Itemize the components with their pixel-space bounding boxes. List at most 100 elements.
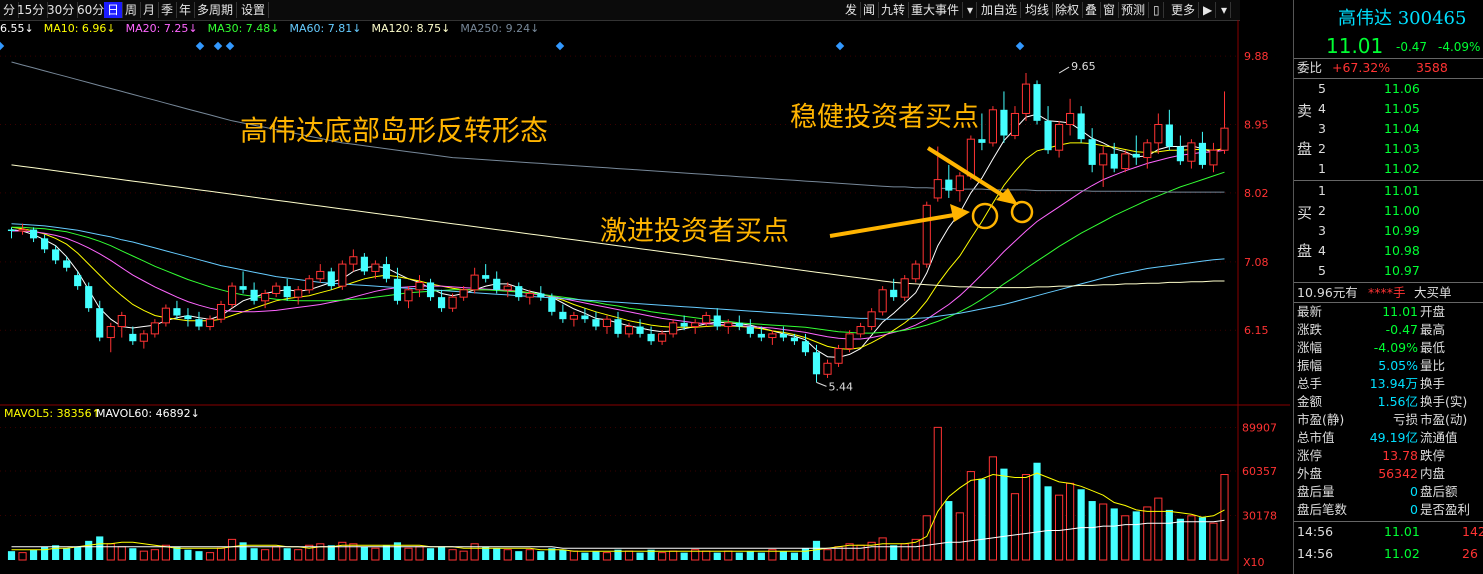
candle-body [117, 315, 126, 328]
volume-bar [150, 549, 159, 561]
weibi-row: 委比 +67.32% 3588 [1297, 60, 1448, 75]
price-tick-label: 8.02 [1244, 187, 1269, 200]
sell-level-row: 3 11.04 [1318, 121, 1420, 136]
event-marker-icon [1015, 41, 1025, 51]
sell-side-label: 卖 [1297, 102, 1313, 120]
big-order-row: 10.96元有 ****手 大买单 [1297, 285, 1452, 300]
candle-body [305, 278, 314, 291]
aggressive-arrow-head [950, 204, 970, 222]
volume-bar [205, 552, 215, 561]
stat-row: 外盘 56342 内盘 [1297, 466, 1446, 481]
candle-body [437, 297, 446, 309]
volume-bar [658, 552, 667, 561]
volume-bar [493, 548, 501, 560]
volume-bar [878, 537, 887, 561]
candle-body [448, 296, 457, 309]
annotation-title: 高伟达底部岛形反转形态 [240, 114, 548, 147]
vol-legend-item: MAVOL5: 38356↑ [4, 407, 101, 420]
volume-bar [1010, 493, 1020, 561]
candle-body [503, 285, 512, 291]
stat-row: 总市值 49.19亿 流通值 [1297, 430, 1458, 445]
volume-bar [52, 545, 60, 560]
volume-bar [945, 501, 953, 560]
candle-body [779, 333, 787, 338]
candle-body [581, 315, 589, 320]
candle-body [316, 270, 325, 280]
volume-bar [1000, 468, 1008, 560]
volume-bar [569, 550, 578, 561]
candle-body [1000, 109, 1008, 136]
candle-body [1099, 153, 1108, 166]
candle-body [371, 263, 380, 272]
event-marker-icon [0, 41, 5, 51]
volume-bar [537, 551, 545, 560]
candle-body [216, 303, 226, 320]
candle-body [1044, 120, 1052, 151]
volume-bar [18, 552, 27, 561]
price-change-pct: -4.09% [1438, 40, 1481, 54]
sell-level-row: 2 11.03 [1318, 141, 1420, 156]
stat-row: 最新 11.01 开盘 [1297, 304, 1446, 319]
candle-body [96, 308, 104, 338]
candle-body [470, 274, 479, 291]
price-change: -0.47 [1396, 40, 1428, 54]
candle-body [834, 348, 843, 364]
candle-body [702, 315, 711, 324]
candle-body [227, 285, 237, 305]
stat-row: 总手 13.94万 换手 [1297, 376, 1446, 391]
candle-body [18, 229, 27, 232]
candle-body [525, 292, 534, 298]
volume-bar [933, 426, 942, 561]
ma-line-ma250 [11, 61, 1225, 193]
buy-level-row: 2 11.00 [1318, 203, 1420, 218]
event-marker-icon [213, 41, 223, 51]
candle-body [636, 326, 644, 334]
volume-bar [890, 545, 898, 560]
buy-level-row: 5 10.97 [1318, 263, 1420, 278]
volume-bar [1077, 489, 1085, 560]
volume-bar [1033, 462, 1041, 560]
sell-level-row: 4 11.05 [1318, 101, 1420, 116]
sell-level-row: 1 11.02 [1318, 161, 1420, 176]
candle-body [602, 318, 612, 328]
volume-bar [801, 548, 810, 560]
candle-body [1209, 149, 1218, 166]
candle-body [1010, 112, 1020, 137]
stock-title: 高伟达 300465 [1338, 8, 1467, 29]
stat-row: 市盈(静) 亏损 市盈(动) [1297, 412, 1468, 427]
stat-row: 盘后量 0 盘后额 [1297, 484, 1458, 499]
candle-body [74, 275, 82, 287]
volume-bar [559, 549, 567, 560]
volume-bar [834, 546, 843, 561]
candle-body [768, 333, 777, 339]
volume-bar [283, 548, 291, 560]
event-marker-icon [195, 41, 205, 51]
volume-tick-label: 60357 [1242, 465, 1277, 478]
volume-bar [636, 552, 644, 560]
volume-bar [74, 546, 82, 560]
candle-body [1165, 124, 1173, 147]
volume-bar [757, 552, 765, 560]
volume-bar [1044, 486, 1052, 560]
candle-body [1066, 112, 1075, 125]
annotation-steady-buy: 稳健投资者买点 [790, 102, 979, 133]
candle-body [139, 333, 148, 342]
candle-body [184, 315, 192, 320]
last-price: 11.01 [1326, 34, 1384, 58]
candle-body [515, 286, 523, 298]
candle-body [911, 263, 920, 280]
candle-body [658, 333, 667, 342]
volume-bar [1054, 494, 1064, 561]
volume-bar [602, 552, 612, 561]
volume-bar [702, 550, 711, 561]
volume-bar [139, 550, 148, 561]
candle-body [173, 308, 181, 316]
candle-body [867, 311, 876, 328]
volume-bar [988, 456, 998, 561]
price-tick-label: 9.88 [1244, 50, 1269, 63]
candle-body [1154, 123, 1163, 144]
volume-bar [117, 546, 126, 561]
kline-chart: 9.88 8.95 8.02 7.08 6.15 89907 60357 30178 X10 MA… [0, 20, 1290, 574]
volume-bar [1176, 518, 1184, 560]
buy-level-row: 3 10.99 [1318, 223, 1420, 238]
